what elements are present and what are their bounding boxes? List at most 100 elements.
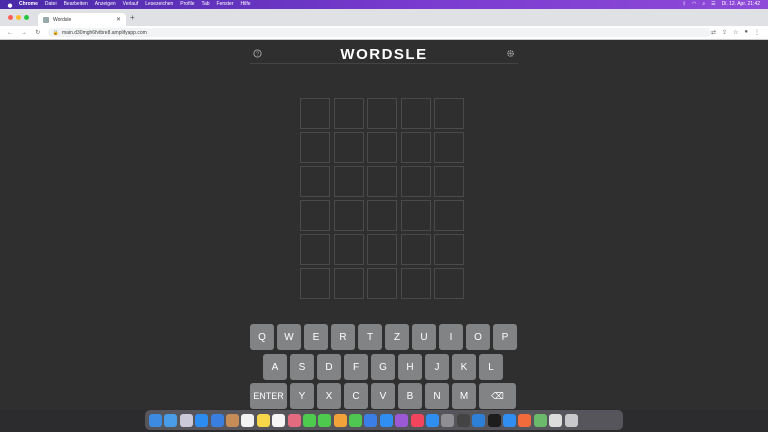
trash-icon[interactable] <box>564 413 578 427</box>
keyboard-row-2: ASDFGHJKL <box>263 354 503 380</box>
terminal-icon[interactable] <box>487 413 501 427</box>
menu-verlauf[interactable]: Verlauf <box>123 0 139 9</box>
address-bar[interactable]: 🔒 main.d30mgh6fvtbre8.amplifyapp.com <box>47 28 711 37</box>
music-icon[interactable] <box>410 413 424 427</box>
key-a[interactable]: A <box>263 354 287 380</box>
apple-icon[interactable] <box>7 2 13 8</box>
key-x[interactable]: X <box>317 383 341 409</box>
notes-icon[interactable] <box>256 413 270 427</box>
letter-tile <box>367 166 397 197</box>
key-m[interactable]: M <box>452 383 476 409</box>
close-tab-icon[interactable]: ✕ <box>116 16 121 23</box>
key-g[interactable]: G <box>371 354 395 380</box>
finder-icon[interactable] <box>149 413 162 427</box>
key-c[interactable]: C <box>344 383 368 409</box>
contacts-icon[interactable] <box>225 413 239 427</box>
key-e[interactable]: E <box>304 324 328 350</box>
calendar-icon[interactable] <box>241 413 255 427</box>
key-t[interactable]: T <box>358 324 382 350</box>
maps-icon[interactable] <box>518 413 532 427</box>
bluetooth-icon[interactable]: ᛒ <box>683 0 686 9</box>
wifi-icon[interactable]: ◠ <box>692 0 696 9</box>
disk-icon[interactable] <box>456 413 470 427</box>
menu-app-name[interactable]: Chrome <box>19 0 38 9</box>
podcasts-icon[interactable] <box>395 413 409 427</box>
zoom-window-button[interactable] <box>24 15 29 20</box>
messages-icon[interactable] <box>302 413 316 427</box>
letter-tile <box>367 98 397 129</box>
reload-icon[interactable]: ↻ <box>34 29 42 36</box>
preview-icon[interactable] <box>549 413 563 427</box>
letter-tile <box>300 98 330 129</box>
menu-tab[interactable]: Tab <box>201 0 209 9</box>
tab-wordsle[interactable]: Wordsle ✕ <box>38 13 126 26</box>
numbers-icon[interactable] <box>349 413 363 427</box>
menu-bearbeiten[interactable]: Bearbeiten <box>64 0 88 9</box>
key-d[interactable]: D <box>317 354 341 380</box>
key-u[interactable]: U <box>412 324 436 350</box>
search-icon[interactable]: ⌕ <box>702 0 705 9</box>
key-v[interactable]: V <box>371 383 395 409</box>
launchpad-icon[interactable] <box>179 413 193 427</box>
letter-tile <box>333 268 364 299</box>
backspace-key[interactable]: ⌫ <box>479 383 516 409</box>
bookmark-star-icon[interactable]: ☆ <box>733 29 738 36</box>
menu-anzeigen[interactable]: Anzeigen <box>95 0 116 9</box>
key-s[interactable]: S <box>290 354 314 380</box>
vscode-icon[interactable] <box>472 413 486 427</box>
settings-gear-icon[interactable] <box>506 49 515 58</box>
appstore-icon[interactable] <box>426 413 440 427</box>
photos-icon[interactable] <box>287 413 301 427</box>
control-center-icon[interactable]: ☰ <box>711 0 715 9</box>
reminders-icon[interactable] <box>272 413 286 427</box>
enter-key[interactable]: ENTER <box>250 383 287 409</box>
menu-hilfe[interactable]: Hilfe <box>241 0 251 9</box>
profile-icon[interactable]: ● <box>744 29 748 36</box>
key-i[interactable]: I <box>439 324 463 350</box>
lock-icon[interactable]: 🔒 <box>53 30 59 36</box>
key-j[interactable]: J <box>425 354 449 380</box>
key-k[interactable]: K <box>452 354 476 380</box>
tab-title: Wordsle <box>53 16 72 23</box>
key-r[interactable]: R <box>331 324 355 350</box>
key-l[interactable]: L <box>479 354 503 380</box>
menu-clock[interactable]: Di. 12. Apr. 21:42 <box>722 0 760 9</box>
key-h[interactable]: H <box>398 354 422 380</box>
key-z[interactable]: Z <box>385 324 409 350</box>
more-menu-icon[interactable]: ⋮ <box>754 29 760 36</box>
mail-icon[interactable] <box>210 413 224 427</box>
facetime-icon[interactable] <box>318 413 332 427</box>
share-icon[interactable]: ⇪ <box>722 29 727 36</box>
android-studio-icon[interactable] <box>533 413 547 427</box>
minimize-window-button[interactable] <box>16 15 21 20</box>
letter-tile <box>300 268 330 299</box>
letter-tile <box>400 234 431 265</box>
key-p[interactable]: P <box>493 324 517 350</box>
key-y[interactable]: Y <box>290 383 314 409</box>
menu-lesezeichen[interactable]: Lesezeichen <box>145 0 173 9</box>
keyboard-row-3: ENTER Y X C V B N M ⌫ <box>250 383 516 409</box>
chrome-icon[interactable] <box>164 413 178 427</box>
translate-icon[interactable]: ⇄ <box>711 29 716 36</box>
key-f[interactable]: F <box>344 354 368 380</box>
letter-tile <box>367 132 397 163</box>
key-n[interactable]: N <box>425 383 449 409</box>
menu-profile[interactable]: Profile <box>180 0 194 9</box>
new-tab-icon[interactable]: + <box>130 14 135 22</box>
letter-tile <box>333 132 364 163</box>
xcode-icon[interactable] <box>502 413 516 427</box>
pages-icon[interactable] <box>333 413 347 427</box>
key-o[interactable]: O <box>466 324 490 350</box>
menu-datei[interactable]: Datei <box>45 0 57 9</box>
key-w[interactable]: W <box>277 324 301 350</box>
close-window-button[interactable] <box>8 15 13 20</box>
menu-fenster[interactable]: Fenster <box>217 0 234 9</box>
key-q[interactable]: Q <box>250 324 274 350</box>
back-icon[interactable]: ← <box>6 30 14 36</box>
app-store-icon[interactable] <box>379 413 393 427</box>
keynote-icon[interactable] <box>364 413 378 427</box>
settings-icon[interactable] <box>441 413 455 427</box>
forward-icon[interactable]: → <box>20 30 28 36</box>
safari-icon[interactable] <box>195 413 209 427</box>
key-b[interactable]: B <box>398 383 422 409</box>
